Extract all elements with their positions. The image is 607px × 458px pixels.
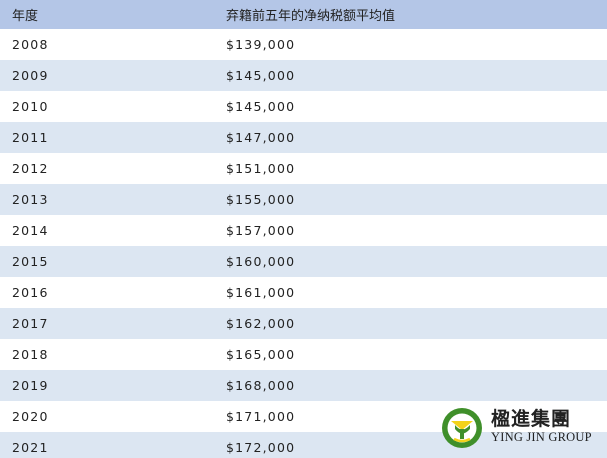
year-cell: 2017 xyxy=(0,308,226,339)
table-row: 2010 $145,000 xyxy=(0,91,607,122)
value-cell: $155,000 xyxy=(226,184,607,215)
table-row: 2013 $155,000 xyxy=(0,184,607,215)
table-row: 2012 $151,000 xyxy=(0,153,607,184)
year-cell: 2021 xyxy=(0,432,226,458)
yj-emblem-icon xyxy=(442,408,482,448)
value-cell: $151,000 xyxy=(226,153,607,184)
table-row: 2016 $161,000 xyxy=(0,277,607,308)
year-cell: 2016 xyxy=(0,277,226,308)
value-cell: $161,000 xyxy=(226,277,607,308)
value-cell: $157,000 xyxy=(226,215,607,246)
value-cell: $147,000 xyxy=(226,122,607,153)
year-cell: 2020 xyxy=(0,401,226,432)
year-cell: 2019 xyxy=(0,370,226,401)
year-cell: 2010 xyxy=(0,91,226,122)
logo-name-en: YING JIN GROUP xyxy=(491,430,592,444)
year-cell: 2013 xyxy=(0,184,226,215)
table-row: 2017 $162,000 xyxy=(0,308,607,339)
value-cell: $168,000 xyxy=(226,370,607,401)
page: 年度 弃籍前五年的净纳税额平均值 2008 $139,000 2009 $145,0… xyxy=(0,0,607,458)
header-net-tax-average: 弃籍前五年的净纳税额平均值 xyxy=(226,0,607,29)
table-row: 2009 $145,000 xyxy=(0,60,607,91)
value-cell: $139,000 xyxy=(226,29,607,60)
table-header-row: 年度 弃籍前五年的净纳税额平均值 xyxy=(0,0,607,29)
ying-jin-group-logo: 楹進集團 YING JIN GROUP xyxy=(441,404,599,450)
year-cell: 2011 xyxy=(0,122,226,153)
logo-name-cn: 楹進集團 xyxy=(491,408,572,430)
header-year: 年度 xyxy=(0,0,226,29)
value-cell: $162,000 xyxy=(226,308,607,339)
year-cell: 2009 xyxy=(0,60,226,91)
value-cell: $165,000 xyxy=(226,339,607,370)
table-row: 2014 $157,000 xyxy=(0,215,607,246)
table-row: 2018 $165,000 xyxy=(0,339,607,370)
table-row: 2008 $139,000 xyxy=(0,29,607,60)
net-tax-table: 年度 弃籍前五年的净纳税额平均值 2008 $139,000 2009 $145,0… xyxy=(0,0,607,458)
value-cell: $145,000 xyxy=(226,60,607,91)
value-cell: $145,000 xyxy=(226,91,607,122)
table-row: 2019 $168,000 xyxy=(0,370,607,401)
table-row: 2011 $147,000 xyxy=(0,122,607,153)
table-row: 2015 $160,000 xyxy=(0,246,607,277)
year-cell: 2018 xyxy=(0,339,226,370)
year-cell: 2012 xyxy=(0,153,226,184)
value-cell: $160,000 xyxy=(226,246,607,277)
year-cell: 2015 xyxy=(0,246,226,277)
year-cell: 2008 xyxy=(0,29,226,60)
year-cell: 2014 xyxy=(0,215,226,246)
